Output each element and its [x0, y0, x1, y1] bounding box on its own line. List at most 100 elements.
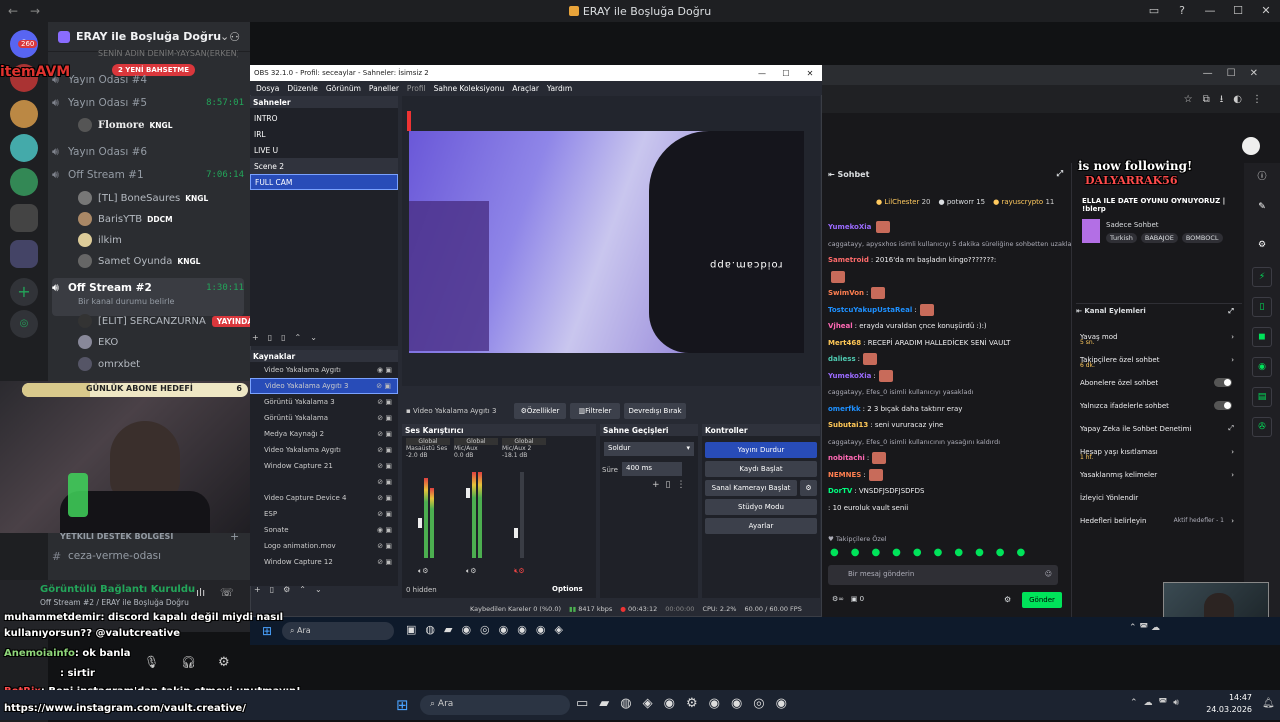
eye-lock-icons[interactable]: ⊘ ▣ — [377, 462, 392, 470]
channel-status[interactable]: Bir kanal durumu belirle — [78, 297, 174, 306]
scene-item[interactable]: LIVE U — [250, 142, 398, 158]
eye-lock-icons[interactable]: ⊘ ▣ — [377, 398, 392, 406]
volume-slider-handle[interactable] — [514, 528, 518, 538]
inbox-icon[interactable]: ▭ — [1140, 0, 1168, 22]
mic-icon[interactable]: 🎙︎ — [144, 655, 159, 669]
eye-lock-icons[interactable]: ⊘ ▣ — [377, 510, 392, 518]
mod-action-item[interactable]: Yapay Zeka ile Sohbet Denetimi ⤢ — [1072, 417, 1244, 440]
scene-item[interactable]: Scene 2 — [250, 158, 398, 174]
voice-user[interactable]: EKO — [78, 332, 118, 352]
emote-picker-icon[interactable]: ☺ — [1045, 570, 1052, 578]
mod-action-item[interactable]: Takipçilere özel sohbet 6 dk. › — [1072, 348, 1244, 371]
category-thumb[interactable] — [1082, 219, 1100, 243]
maximize-icon[interactable]: ☐ — [774, 69, 798, 78]
transition-select[interactable]: Soldur ▾ — [604, 442, 694, 456]
chat-username[interactable]: Sametroid — [828, 256, 869, 264]
menu-duzenle[interactable]: Düzenle — [287, 84, 318, 93]
properties-button[interactable]: ⚙Özellikler — [514, 403, 566, 419]
settings-icon[interactable]: ⚙ — [1252, 236, 1272, 256]
stop-streaming-button[interactable]: Yayını Durdur — [705, 442, 817, 458]
eye-lock-icons[interactable]: ⊘ ▣ — [377, 414, 392, 422]
mod-action-item[interactable]: Abonelere özel sohbet — [1072, 371, 1244, 394]
settings-gear-icon[interactable]: ⚙ — [218, 655, 230, 670]
volume-slider-handle[interactable] — [466, 488, 470, 498]
mod-action-item[interactable]: Hedefleri belirleyin Aktif hedefler - 1 › — [1072, 509, 1244, 532]
wrench-icon[interactable]: ✇ — [1252, 417, 1272, 437]
mod-action-item[interactable]: Yalnızca ifadelerle sohbet — [1072, 394, 1244, 417]
eye-lock-icons[interactable]: ⊘ ▣ — [377, 446, 392, 454]
layers-icon[interactable]: ▤ — [1252, 387, 1272, 407]
tag-pill[interactable]: BABAJOE — [1140, 233, 1178, 243]
channel-points[interactable]: ⚙∞ ▣ 0 — [832, 595, 864, 603]
mod-action-item[interactable]: Yasaklanmış kelimeler › — [1072, 463, 1244, 486]
scene-item[interactable]: INTRO — [250, 110, 398, 126]
source-item[interactable]: ESP ⊘ ▣ — [250, 506, 398, 522]
mod-action-item[interactable]: Hesap yaşı kısıtlaması 1 hf. › — [1072, 440, 1244, 463]
send-button[interactable]: Gönder — [1022, 592, 1062, 608]
mute-icon[interactable]: 🔈︎⚙ — [466, 567, 476, 576]
taskbar-search[interactable]: ⌕ Ara — [282, 622, 394, 640]
chat-username[interactable]: nobitachi — [828, 454, 865, 462]
popout-icon[interactable]: ⤢ — [1057, 169, 1063, 179]
chat-username[interactable]: NEMNES — [828, 471, 861, 479]
close-icon[interactable]: ✕ — [1252, 0, 1280, 22]
category-name[interactable]: Sadece Sohbet — [1106, 221, 1159, 229]
toggle-switch[interactable] — [1214, 401, 1232, 410]
voice-user[interactable]: Samet Oyunda KNGL — [78, 251, 200, 271]
profile-avatar[interactable] — [1242, 137, 1260, 155]
inner-taskbar-apps[interactable]: ▣◍▰◉◎◉◉◉◈ — [406, 623, 572, 636]
voice-user[interactable]: [ELIT] SERCANZURNA YAYINDA — [78, 311, 259, 331]
top-user[interactable]: ● LilChester 20 — [876, 198, 931, 206]
source-item-selected[interactable]: Video Yakalama Aygıtı 3 ⊘ ▣ — [250, 378, 398, 394]
chat-username[interactable]: Vjheal — [828, 322, 853, 330]
menu-paneller[interactable]: Paneller — [369, 84, 399, 93]
voice-channel-yayin-6[interactable]: 🔊︎ Yayın Odası #6 — [52, 142, 244, 162]
emote-bar[interactable]: ●●●●●●●●●● — [830, 547, 1037, 558]
source-item[interactable]: ⊘ ▣ — [250, 474, 398, 490]
clip-icon[interactable]: ▯ — [1252, 297, 1272, 317]
source-toolbar[interactable]: +▯⚙⌃⌄ — [254, 585, 331, 594]
source-item[interactable]: Görüntü Yakalama ⊘ ▣ — [250, 410, 398, 426]
scene-item-selected[interactable]: FULL CAM — [250, 174, 398, 190]
eye-lock-icons[interactable]: ⊘ ▣ — [377, 558, 392, 566]
bolt-icon[interactable]: ⚡ — [1252, 267, 1272, 287]
popout-icon[interactable]: ⤢ — [1228, 307, 1234, 316]
chat-username[interactable]: Mert468 — [828, 339, 861, 347]
server-icon[interactable] — [10, 100, 38, 128]
voice-user[interactable]: omrxbet — [78, 354, 140, 374]
preview-canvas[interactable]: roidcam.app — [409, 131, 804, 353]
source-item[interactable]: Video Yakalama Aygıtı ⊘ ▣ — [250, 442, 398, 458]
broadcast-icon[interactable]: ◉ — [1252, 357, 1272, 377]
mod-action-item[interactable]: İzleyici Yönlendir — [1072, 486, 1244, 509]
voice-channel-off-2[interactable]: 🔊︎ Off Stream #2 1:30:11 — [52, 278, 244, 298]
close-icon[interactable]: ✕ — [798, 69, 822, 78]
voice-user[interactable]: [TL] BoneSaures KNGL — [78, 188, 208, 208]
tray-icons[interactable]: ⌃ ◚ ☁ — [1129, 623, 1160, 633]
source-item[interactable]: Görüntü Yakalama 3 ⊘ ▣ — [250, 394, 398, 410]
tag-pill[interactable]: BOMBOCL — [1181, 233, 1223, 243]
menu-profil[interactable]: Profil — [407, 84, 426, 93]
mod-action-item[interactable]: Yavaş mod 5 sn. › — [1072, 325, 1244, 348]
minimize-icon[interactable]: — — [750, 69, 774, 78]
muted-icon[interactable]: 🔇︎⚙ — [514, 567, 525, 576]
taskbar-search[interactable]: ⌕ Ara — [420, 695, 570, 715]
server-folder-icon[interactable] — [10, 240, 38, 268]
eye-lock-icons[interactable]: ⊘ ▣ — [377, 430, 392, 438]
start-recording-button[interactable]: Kaydı Başlat — [705, 461, 817, 477]
chat-username[interactable]: SwimVon — [828, 289, 864, 297]
start-virtual-cam-button[interactable]: Sanal Kamerayı Başlat — [705, 480, 797, 496]
studio-mode-button[interactable]: Stüdyo Modu — [705, 499, 817, 515]
clock-date[interactable]: 24.03.2026 — [1202, 705, 1252, 714]
filters-button[interactable]: ▥Filtreler — [570, 403, 620, 419]
browser-window-controls[interactable]: —☐✕ — [1203, 68, 1272, 79]
toggle-switch[interactable] — [1214, 378, 1232, 387]
voice-channel-off-1[interactable]: 🔊︎ Off Stream #1 7:06:14 — [52, 165, 244, 185]
windows-start-icon[interactable]: ⊞ — [262, 624, 272, 638]
chat-username[interactable]: TostcuYakupUstaReal — [828, 306, 912, 314]
taskbar-apps[interactable]: ▭▰◍◈◉⚙◉◉◎◉ — [576, 696, 798, 711]
menu-sahne-koleksiyonu[interactable]: Sahne Koleksiyonu — [434, 84, 505, 93]
chat-input[interactable]: Bir mesaj gönderin ☺ — [828, 565, 1058, 585]
minimize-icon[interactable]: — — [1196, 0, 1224, 22]
server-folder-icon[interactable] — [10, 204, 38, 232]
voice-channel-yayin-5[interactable]: 🔊︎ Yayın Odası #5 8:57:01 — [52, 93, 244, 113]
